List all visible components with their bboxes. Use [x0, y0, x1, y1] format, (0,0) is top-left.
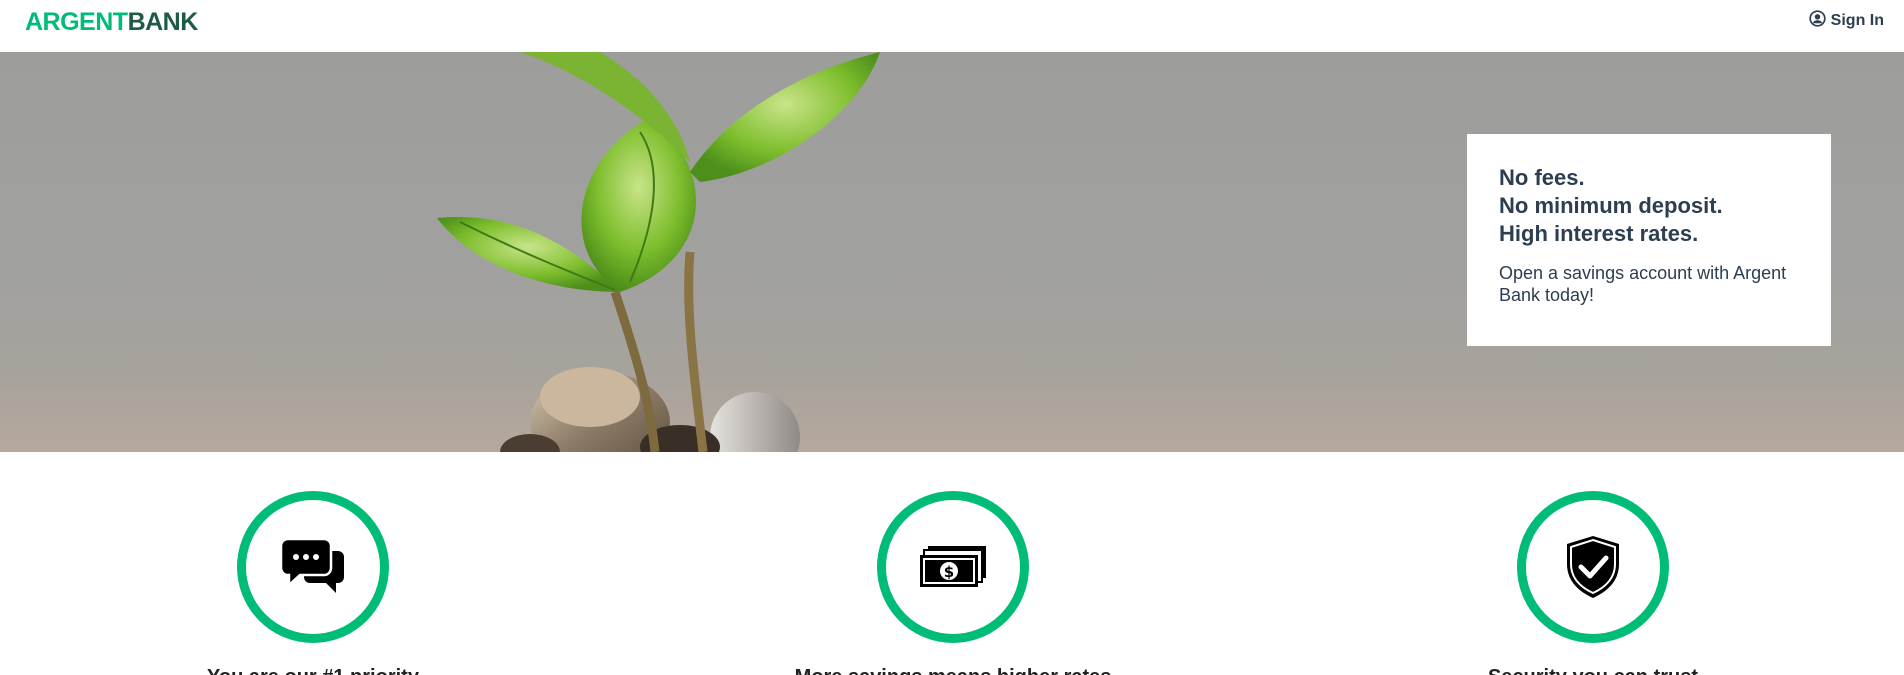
hero-subtitle: High interest rates.	[1499, 221, 1699, 246]
feature-icon-circle	[1517, 491, 1669, 643]
money-icon: $	[918, 545, 988, 589]
sign-in-link[interactable]: Sign In	[1809, 10, 1884, 32]
feature-icon-circle: $	[877, 491, 1029, 643]
hero-banner: No fees. No minimum deposit. High intere…	[0, 52, 1904, 452]
svg-text:$: $	[944, 563, 954, 581]
argent-bank-logo[interactable]: ARGENTBANK	[25, 8, 198, 37]
sign-in-label: Sign In	[1830, 12, 1884, 29]
logo-text-bank: BANK	[127, 8, 199, 36]
feature-icon-circle	[237, 491, 389, 643]
feature-item-title: Security you can trust	[1488, 666, 1698, 675]
hero-subtitle: No minimum deposit.	[1499, 193, 1723, 218]
logo-text-argent: ARGENT	[25, 8, 128, 36]
hero-content: No fees. No minimum deposit. High intere…	[1467, 134, 1831, 346]
feature-item-title: More savings means higher rates	[795, 666, 1112, 675]
security-icon	[1564, 534, 1622, 600]
user-circle-icon	[1809, 10, 1826, 32]
hero-subtitle: No fees.	[1499, 165, 1585, 190]
chat-icon	[280, 537, 346, 597]
main-nav: ARGENTBANK Sign In	[0, 0, 1904, 52]
hero-text: Open a savings account with Argent Bank …	[1499, 263, 1787, 305]
feature-item-title: You are our #1 priority	[207, 666, 419, 675]
